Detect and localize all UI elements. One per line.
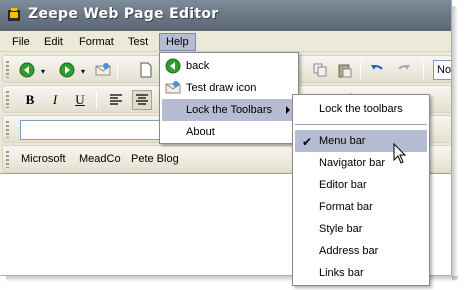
toolbar-separator <box>96 91 97 109</box>
back-arrow-icon <box>165 58 181 74</box>
underline-button[interactable]: U <box>70 90 90 110</box>
link-pete-blog[interactable]: Pete Blog <box>131 151 179 167</box>
toolbar-grip[interactable] <box>6 91 9 108</box>
submenu-item-label: Editor bar <box>319 179 367 191</box>
undo-button[interactable] <box>367 60 387 80</box>
submenu-item-lock-toolbars[interactable]: Lock the toolbars <box>295 98 427 120</box>
menu-format[interactable]: Format <box>73 33 120 51</box>
submenu-item-label: Format bar <box>319 201 373 213</box>
align-center-icon <box>136 94 148 105</box>
help-menu-item-about[interactable]: About <box>162 121 296 143</box>
toolbar-separator <box>423 61 424 79</box>
help-menu-item-label: back <box>186 60 210 72</box>
submenu-item-label: Navigator bar <box>319 157 386 169</box>
align-left-icon <box>110 94 122 105</box>
new-page-icon <box>140 62 152 78</box>
undo-icon <box>371 65 383 70</box>
help-menu-item-label: About <box>186 126 215 138</box>
forward-dropdown-icon[interactable]: ▾ <box>81 67 85 76</box>
toolbar-grip[interactable] <box>6 121 9 138</box>
submenu-item-label: Lock the toolbars <box>319 103 403 115</box>
toolbar-separator <box>360 61 361 79</box>
submenu-item-links-bar[interactable]: Links bar <box>295 262 427 284</box>
menu-file[interactable]: File <box>6 33 36 51</box>
submenu-item-label: Address bar <box>319 245 379 257</box>
bold-button[interactable]: B <box>20 90 40 110</box>
mail-button[interactable] <box>93 60 113 80</box>
help-menu-item-label: Test draw icon <box>186 82 257 94</box>
submenu-item-label: Style bar <box>319 223 363 235</box>
back-arrow-icon <box>19 62 35 78</box>
menu-test[interactable]: Test <box>122 33 154 51</box>
help-menu: back Test draw icon Lock the Toolbars Ab… <box>159 52 299 144</box>
envelope-icon <box>165 81 181 94</box>
link-microsoft[interactable]: Microsoft <box>21 151 66 167</box>
forward-button[interactable] <box>57 60 77 80</box>
copy-button[interactable] <box>310 60 330 80</box>
toolbar-grip[interactable] <box>6 61 9 78</box>
help-menu-item-label: Lock the Toolbars <box>186 104 273 116</box>
toolbar-separator <box>117 61 118 79</box>
submenu-item-menu-bar[interactable]: ✔ Menu bar <box>295 130 427 152</box>
submenu-item-navigator-bar[interactable]: Navigator bar <box>295 152 427 174</box>
paste-button[interactable] <box>335 60 355 80</box>
redo-button[interactable] <box>394 60 414 80</box>
back-button[interactable] <box>17 60 37 80</box>
forward-arrow-icon <box>59 62 75 78</box>
submenu-arrow-icon <box>286 106 290 114</box>
window-shadow <box>452 6 458 280</box>
submenu-item-address-bar[interactable]: Address bar <box>295 240 427 262</box>
window-title: Zeepe Web Page Editor <box>28 6 219 22</box>
align-left-button[interactable] <box>106 90 126 110</box>
submenu-item-label: Menu bar <box>319 135 366 147</box>
help-menu-item-test-draw-icon[interactable]: Test draw icon <box>162 77 296 99</box>
help-menu-item-back[interactable]: back <box>162 55 296 77</box>
italic-button[interactable]: I <box>45 90 65 110</box>
menu-help[interactable]: Help <box>159 33 196 51</box>
submenu-item-format-bar[interactable]: Format bar <box>295 196 427 218</box>
menu-bar: File Edit Format Test Help <box>0 31 451 52</box>
paste-icon <box>338 64 352 78</box>
app-icon <box>8 8 20 21</box>
align-center-button[interactable] <box>132 90 152 110</box>
font-select[interactable]: No <box>433 60 451 80</box>
help-menu-item-lock-toolbars[interactable]: Lock the Toolbars <box>162 99 296 121</box>
menu-edit[interactable]: Edit <box>38 33 69 51</box>
submenu-item-label: Links bar <box>319 267 364 279</box>
link-meadco[interactable]: MeadCo <box>79 151 121 167</box>
envelope-icon <box>95 63 111 76</box>
new-page-button[interactable] <box>136 60 156 80</box>
mouse-pointer-icon <box>393 143 407 164</box>
toolbar-grip[interactable] <box>6 151 9 168</box>
check-icon: ✔ <box>302 135 313 149</box>
menu-separator <box>295 124 427 125</box>
title-bar[interactable]: Zeepe Web Page Editor <box>0 0 451 31</box>
back-dropdown-icon[interactable]: ▾ <box>41 67 45 76</box>
lock-toolbars-submenu: Lock the toolbars ✔ Menu bar Navigator b… <box>292 94 430 286</box>
redo-icon <box>398 65 410 70</box>
submenu-item-style-bar[interactable]: Style bar <box>295 218 427 240</box>
copy-icon <box>313 63 327 77</box>
submenu-item-editor-bar[interactable]: Editor bar <box>295 174 427 196</box>
